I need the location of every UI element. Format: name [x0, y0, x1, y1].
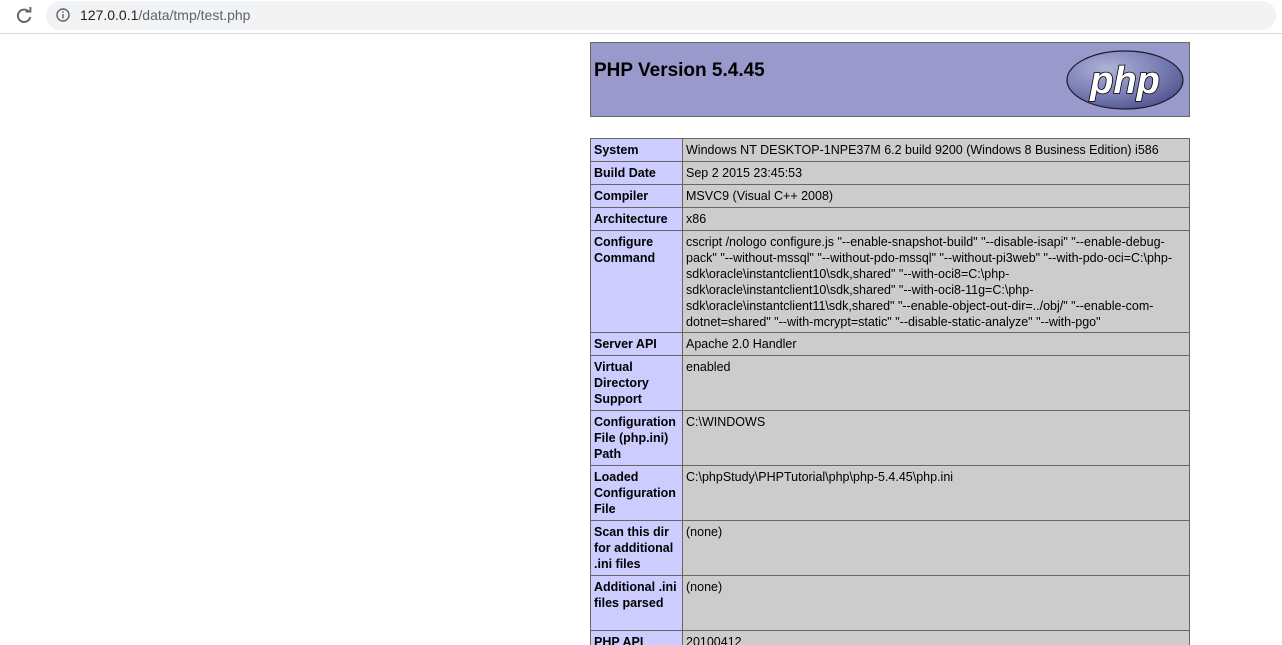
- table-row: Architecture x86: [590, 207, 1190, 231]
- row-label: Server API: [590, 332, 683, 356]
- page-title: PHP Version 5.4.45: [594, 60, 765, 81]
- row-value: Sep 2 2015 23:45:53: [682, 161, 1190, 185]
- table-row: Server API Apache 2.0 Handler: [590, 332, 1190, 356]
- row-label: Virtual Directory Support: [590, 355, 683, 411]
- url-path: /data/tmp/test.php: [138, 7, 251, 23]
- table-row: Virtual Directory Support enabled: [590, 355, 1190, 411]
- row-value: 20100412: [682, 630, 1190, 645]
- row-value: C:\WINDOWS: [682, 410, 1190, 466]
- row-label: Loaded Configuration File: [590, 465, 683, 521]
- address-bar[interactable]: 127.0.0.1/data/tmp/test.php: [46, 1, 1276, 30]
- table-row: Compiler MSVC9 (Visual C++ 2008): [590, 184, 1190, 208]
- row-value: x86: [682, 207, 1190, 231]
- phpinfo-header: PHP Version 5.4.45 php: [590, 42, 1190, 117]
- url-host: 127.0.0.1: [80, 7, 139, 23]
- row-label: Configuration File (php.ini) Path: [590, 410, 683, 466]
- row-value: Apache 2.0 Handler: [682, 332, 1190, 356]
- row-label: Compiler: [590, 184, 683, 208]
- table-row: Scan this dir for additional .ini files …: [590, 520, 1190, 576]
- row-value: MSVC9 (Visual C++ 2008): [682, 184, 1190, 208]
- row-label: PHP API: [590, 630, 683, 645]
- table-row: Configuration File (php.ini) Path C:\WIN…: [590, 410, 1190, 466]
- row-value: enabled: [682, 355, 1190, 411]
- table-row: Build Date Sep 2 2015 23:45:53: [590, 161, 1190, 185]
- row-value: Windows NT DESKTOP-1NPE37M 6.2 build 920…: [682, 138, 1190, 162]
- logo-text: php: [1089, 60, 1160, 102]
- url-text[interactable]: 127.0.0.1/data/tmp/test.php: [80, 6, 250, 24]
- row-value: cscript /nologo configure.js "--enable-s…: [682, 230, 1190, 333]
- table-row: System Windows NT DESKTOP-1NPE37M 6.2 bu…: [590, 138, 1190, 162]
- reload-icon[interactable]: [14, 6, 34, 26]
- row-label: System: [590, 138, 683, 162]
- row-value: C:\phpStudy\PHPTutorial\php\php-5.4.45\p…: [682, 465, 1190, 521]
- row-label: Scan this dir for additional .ini files: [590, 520, 683, 576]
- page-content: PHP Version 5.4.45 php System Windows NT…: [0, 34, 1282, 645]
- row-label: Architecture: [590, 207, 683, 231]
- info-icon[interactable]: [56, 8, 70, 22]
- row-label: Additional .ini files parsed: [590, 575, 683, 631]
- browser-toolbar: 127.0.0.1/data/tmp/test.php: [0, 0, 1282, 34]
- row-value: (none): [682, 575, 1190, 631]
- php-logo[interactable]: php: [1065, 49, 1185, 111]
- row-value: (none): [682, 520, 1190, 576]
- info-table: System Windows NT DESKTOP-1NPE37M 6.2 bu…: [590, 138, 1190, 645]
- table-row: Additional .ini files parsed (none): [590, 575, 1190, 631]
- table-row: PHP API 20100412: [590, 630, 1190, 645]
- table-row: Configure Command cscript /nologo config…: [590, 230, 1190, 333]
- row-label: Build Date: [590, 161, 683, 185]
- table-row: Loaded Configuration File C:\phpStudy\PH…: [590, 465, 1190, 521]
- row-label: Configure Command: [590, 230, 683, 333]
